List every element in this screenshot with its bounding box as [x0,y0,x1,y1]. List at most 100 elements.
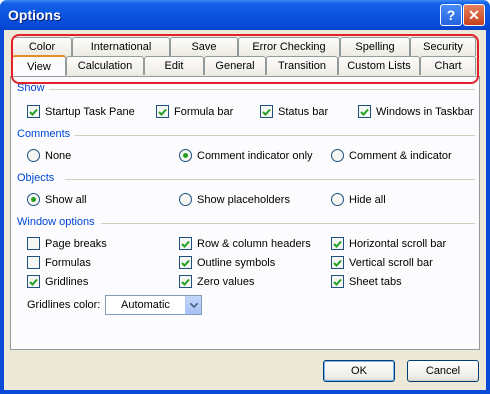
tab-label: Security [423,41,463,53]
tab-error-checking[interactable]: Error Checking [238,37,340,56]
window-title: Options [8,7,61,23]
tab-label: Save [191,41,217,53]
checkbox-label: Startup Task Pane [45,105,135,118]
checkbox-vertical-scroll-bar[interactable]: Vertical scroll bar [331,256,433,269]
help-button[interactable]: ? [440,4,462,26]
gridlines-color-label: Gridlines color: [27,299,101,311]
checkbox-gridlines[interactable]: Gridlines [27,275,88,288]
section-title-objects: Objects [17,172,55,184]
tab-label: General [215,60,255,72]
checkbox-windows-in-taskbar[interactable]: Windows in Taskbar [358,105,474,118]
tab-label: Error Checking [252,41,326,53]
tab-label: Calculation [77,60,133,72]
checkbox-label: Vertical scroll bar [349,256,433,269]
checkbox-zero-values[interactable]: Zero values [179,275,254,288]
checkbox-checked-icon [179,256,192,269]
tab-calculation[interactable]: Calculation [66,56,144,75]
checkbox-label: Sheet tabs [349,275,402,288]
section-title-comments: Comments [17,128,71,140]
checkbox-formula-bar[interactable]: Formula bar [156,105,233,118]
tab-label: Spelling [355,41,395,53]
checkbox-label: Page breaks [45,237,107,250]
checkbox-unchecked-icon [27,256,40,269]
tab-custom-lists[interactable]: Custom Lists [338,56,420,75]
radio-unselected-icon [27,149,40,162]
radio-label: None [45,149,72,162]
checkbox-checked-icon [156,105,169,118]
radio-label: Comment indicator only [197,149,313,162]
radio-label: Show placeholders [197,193,290,206]
close-button[interactable]: ✕ [463,4,485,26]
title-bar[interactable]: Options ? ✕ [0,0,490,30]
checkbox-checked-icon [331,237,344,250]
radio-unselected-icon [179,193,192,206]
tab-chart[interactable]: Chart [420,56,476,75]
radio-hide-all[interactable]: Hide all [331,193,386,206]
radio-comment-indicator-only[interactable]: Comment indicator only [179,149,313,162]
tab-view[interactable]: View [12,55,66,76]
view-tab-panel: Show Startup Task Pane Formula bar Statu… [10,76,480,350]
checkbox-checked-icon [27,105,40,118]
checkbox-label: Outline symbols [197,256,276,269]
tab-transition[interactable]: Transition [266,56,338,75]
checkbox-checked-icon [260,105,273,118]
dialog-client-area: Color International Save Error Checking … [4,30,486,390]
tab-spelling[interactable]: Spelling [340,37,410,56]
tab-label: View [27,60,51,73]
radio-comments-none[interactable]: None [27,149,71,162]
radio-label: Show all [45,193,87,206]
checkbox-label: Row & column headers [197,237,311,250]
tab-international[interactable]: International [72,37,170,56]
section-divider [65,179,475,180]
section-title-show: Show [17,82,45,94]
checkbox-checked-icon [179,237,192,250]
tab-save[interactable]: Save [170,37,238,56]
checkbox-outline-symbols[interactable]: Outline symbols [179,256,275,269]
radio-comment-and-indicator[interactable]: Comment & indicator [331,149,452,162]
checkbox-row-column-headers[interactable]: Row & column headers [179,237,311,250]
checkbox-checked-icon [27,275,40,288]
section-divider [49,89,475,90]
checkbox-label: Formulas [45,256,91,269]
tab-label: Custom Lists [347,60,411,72]
radio-selected-icon [27,193,40,206]
section-divider [75,135,475,136]
chevron-down-icon[interactable] [185,296,201,314]
gridlines-color-dropdown[interactable]: Automatic [105,295,202,315]
tab-edit[interactable]: Edit [144,56,204,75]
button-label: Cancel [425,365,461,377]
checkbox-label: Horizontal scroll bar [349,237,447,250]
tab-security[interactable]: Security [410,37,476,56]
radio-label: Hide all [349,193,386,206]
checkbox-status-bar[interactable]: Status bar [260,105,328,118]
checkbox-label: Windows in Taskbar [376,105,474,118]
section-title-window-options: Window options [17,216,95,228]
tab-label: Transition [278,60,326,72]
radio-show-placeholders[interactable]: Show placeholders [179,193,290,206]
checkbox-label: Zero values [197,275,255,288]
tab-label: Edit [164,60,184,72]
checkbox-checked-icon [331,256,344,269]
radio-label: Comment & indicator [349,149,452,162]
radio-unselected-icon [331,193,344,206]
radio-show-all[interactable]: Show all [27,193,87,206]
tab-color[interactable]: Color [12,37,72,56]
button-label: OK [351,365,367,377]
checkbox-checked-icon [358,105,371,118]
ok-button[interactable]: OK [323,360,395,382]
help-icon: ? [446,7,456,23]
checkbox-label: Status bar [278,105,329,118]
checkbox-checked-icon [331,275,344,288]
checkbox-checked-icon [179,275,192,288]
dropdown-value: Automatic [121,299,170,311]
checkbox-horizontal-scroll-bar[interactable]: Horizontal scroll bar [331,237,446,250]
checkbox-sheet-tabs[interactable]: Sheet tabs [331,275,402,288]
tab-label: Color [28,41,56,53]
tab-general[interactable]: General [204,56,266,75]
checkbox-startup-task-pane[interactable]: Startup Task Pane [27,105,135,118]
cancel-button[interactable]: Cancel [407,360,479,382]
close-icon: ✕ [468,6,480,23]
checkbox-page-breaks[interactable]: Page breaks [27,237,107,250]
options-dialog: Options ? ✕ Color International Save Err… [0,0,490,394]
checkbox-formulas[interactable]: Formulas [27,256,91,269]
